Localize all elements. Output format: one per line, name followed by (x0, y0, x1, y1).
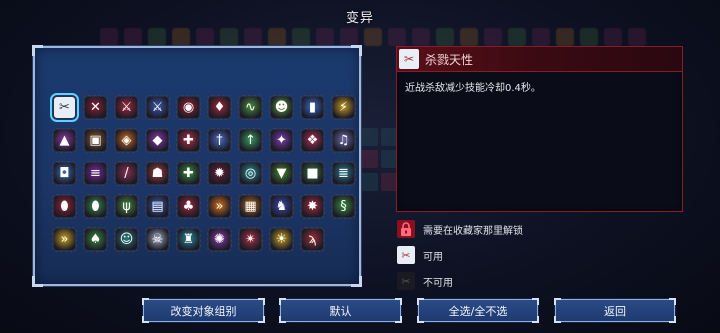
red-flask-icon[interactable]: ♣ (176, 194, 201, 219)
purple-star-icon[interactable]: ✦ (269, 128, 294, 153)
orange-chest-icon[interactable]: ▦ (238, 194, 263, 219)
mutation-detail-panel: ✂ 杀戮天性 近战杀敌减少技能冷却0.4秒。 (396, 46, 683, 212)
bottom-button-bar: 改变对象组别 默认 全选/全不选 返回 (0, 298, 720, 323)
music-note-icon[interactable]: ♫ (331, 128, 356, 153)
blue-knight-icon[interactable]: ♞ (269, 194, 294, 219)
twin-daggers-icon[interactable]: † (207, 128, 232, 153)
legend-label-available: 可用 (423, 251, 443, 263)
back-button[interactable]: 返回 (554, 298, 676, 323)
yellow-chevrons-icon[interactable]: » (52, 227, 77, 252)
toggle-all-label: 全选/全不选 (448, 304, 508, 318)
purple-stripe-icon[interactable]: ≡ (83, 161, 108, 186)
blue-shield-icon[interactable]: ◘ (52, 161, 77, 186)
crossed-blades-icon[interactable]: ✕ (83, 95, 108, 120)
panel-corner (32, 276, 43, 287)
blue-potion-icon[interactable]: ▮ (300, 95, 325, 120)
red-potion-icon[interactable]: ⬮ (52, 194, 77, 219)
available-mutation-icon: ✂ (397, 246, 415, 264)
killer-instinct-icon[interactable]: ✂ (50, 93, 79, 122)
green-skull-icon[interactable]: ☻ (269, 95, 294, 120)
blue-armor-icon[interactable]: ▤ (145, 194, 170, 219)
red-bottle-icon[interactable]: ♦ (207, 95, 232, 120)
red-beast-icon[interactable]: ❖ (300, 128, 325, 153)
red-claw-icon[interactable]: ϡ (300, 227, 325, 252)
detail-header: ✂ 杀戮天性 (397, 47, 682, 72)
green-shield-icon[interactable]: ▼ (269, 161, 294, 186)
panel-corner (351, 276, 362, 287)
panel-corner (32, 45, 43, 56)
legend-row-locked: 需要在收藏家那里解锁 (397, 216, 677, 242)
green-tome-icon[interactable]: ■ (300, 161, 325, 186)
change-target-group-button[interactable]: 改变对象组别 (142, 298, 265, 323)
back-label: 返回 (604, 304, 626, 318)
change-target-group-label: 改变对象组别 (170, 304, 237, 318)
green-cross-icon[interactable]: ✚ (176, 161, 201, 186)
legend: 需要在收藏家那里解锁 ✂ 可用 ✂ 不可用 (397, 216, 677, 294)
green-arrow-icon[interactable]: ↑ (238, 128, 263, 153)
dark-spider-icon[interactable]: ✹ (207, 161, 232, 186)
detail-description: 近战杀敌减少技能冷却0.4秒。 (405, 83, 541, 94)
unavailable-mutation-icon: ✂ (397, 272, 415, 290)
detail-name: 杀戮天性 (425, 52, 474, 67)
purple-gear-icon[interactable]: ✺ (207, 227, 232, 252)
red-mask-icon[interactable]: ☗ (145, 161, 170, 186)
screen-title: 变异 (345, 11, 374, 26)
teal-scroll-icon[interactable]: ≣ (331, 161, 356, 186)
default-button[interactable]: 默认 (279, 298, 402, 323)
green-vial-icon[interactable]: ⬮ (83, 194, 108, 219)
mutation-grid: ✂ ✕ ⚔ ⚔ ◉ ♦ ∿ ☻ ▮ ⚡ ▲ ▣ ◈ ◆ ✚ † ↑ ✦ ❖ ♫ ◘ ≡ / ☗ ✚ ✹ ◎ ▼ ■ ≣ ⬮ ⬮ ψ ▤ ♣» ▦ ♞ ✸ §… (50, 93, 356, 252)
blue-sword-icon[interactable]: ⚔ (145, 95, 170, 120)
teal-eye-icon[interactable]: ◎ (238, 161, 263, 186)
red-demon-icon[interactable]: ✸ (300, 194, 325, 219)
lock-icon (397, 220, 415, 238)
panel-corner (351, 45, 362, 56)
legend-label-locked: 需要在收藏家那里解锁 (423, 225, 523, 237)
snake-icon[interactable]: ∿ (238, 95, 263, 120)
purple-crystal-icon[interactable]: ◆ (145, 128, 170, 153)
mutation-grid-panel: ✂ ✕ ⚔ ⚔ ◉ ♦ ∿ ☻ ▮ ⚡ ▲ ▣ ◈ ◆ ✚ † ↑ ✦ ❖ ♫ ◘ ≡ / ☗ ✚ ✹ ◎ ▼ ■ ≣ ⬮ ⬮ ψ ▤ ♣» ▦ ♞ ✸ §… (32, 45, 362, 287)
red-heart-icon[interactable]: ✚ (176, 128, 201, 153)
legend-row-available: ✂ 可用 (397, 242, 677, 268)
lightning-icon[interactable]: ⚡ (331, 95, 356, 120)
brown-bag-icon[interactable]: ▣ (83, 128, 108, 153)
teal-fortress-icon[interactable]: ♜ (176, 227, 201, 252)
mutation-screen: 变异 ✂ ✕ ⚔ ⚔ ◉ ♦ ∿ ☻ ▮ ⚡ ▲ ▣ ◈ ◆ ✚ † ↑ ✦ ❖ ♫ ◘ ≡ / ☗ ✚ ✹ ◎ ▼ ■ ≣ ⬮ ⬮ ψ ▤ ♣» ▦… (0, 0, 720, 333)
default-label: 默认 (329, 304, 352, 318)
green-claw-icon[interactable]: ψ (114, 194, 139, 219)
orange-wave-icon[interactable]: ◈ (114, 128, 139, 153)
dagger-icon[interactable]: / (114, 161, 139, 186)
red-orb-icon[interactable]: ◉ (176, 95, 201, 120)
purple-hat-icon[interactable]: ▲ (52, 128, 77, 153)
killer-instinct-icon: ✂ (399, 49, 419, 69)
legend-label-unavailable: 不可用 (423, 277, 453, 289)
white-skull-icon[interactable]: ☠ (145, 227, 170, 252)
gold-sun-icon[interactable]: ☀ (269, 227, 294, 252)
toggle-all-button[interactable]: 全选/全不选 (417, 298, 539, 323)
red-blade-icon[interactable]: ⚔ (114, 95, 139, 120)
orange-chevrons-icon[interactable]: » (207, 194, 232, 219)
red-spiral-icon[interactable]: ✴ (238, 227, 263, 252)
legend-row-unavailable: ✂ 不可用 (397, 268, 677, 294)
teal-mask-icon[interactable]: ☺ (114, 227, 139, 252)
green-leaf-icon[interactable]: ♠ (83, 227, 108, 252)
green-serpent-icon[interactable]: § (331, 194, 356, 219)
